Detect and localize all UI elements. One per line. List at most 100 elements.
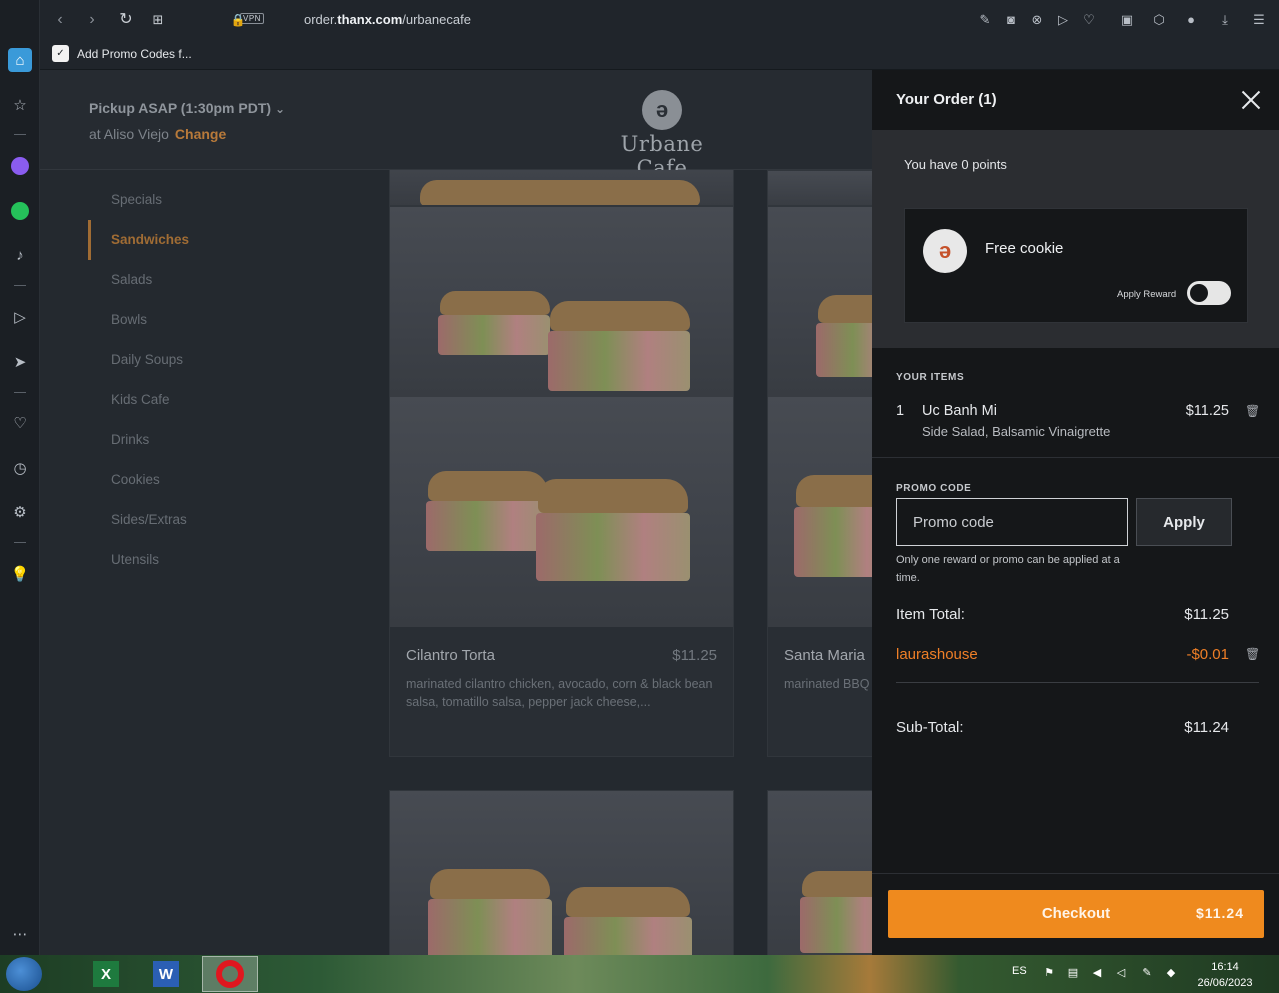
language-indicator[interactable]: ES [1012, 965, 1027, 977]
brand-logo[interactable]: ə Urbane Cafe [592, 90, 732, 180]
reward-name: Free cookie [985, 240, 1064, 257]
screen: ⌂ ☆ ♪ ▷ ➤ ♡ ◷ ⚙ 💡 ⋯ ‹ › ↻ ⊞ VPN 🔒 order.… [0, 0, 1279, 993]
word-app[interactable]: W [142, 956, 190, 992]
product-card[interactable] [767, 170, 872, 206]
product-card[interactable] [767, 790, 872, 955]
item-total-label: Item Total: [896, 606, 965, 623]
lightbulb-icon[interactable]: 💡 [8, 562, 32, 586]
excel-app[interactable]: X [82, 956, 130, 992]
history-icon[interactable]: ◷ [8, 456, 32, 480]
sandwich-shape [536, 513, 690, 581]
category-utensils[interactable]: Utensils [88, 540, 338, 580]
category-nav: Specials Sandwiches Salads Bowls Daily Soups… [88, 180, 338, 580]
opera-app[interactable] [202, 956, 258, 992]
item-modifiers: Side Salad, Balsamic Vinaigrette [922, 424, 1111, 439]
flag-icon[interactable]: ⚑ [1042, 966, 1056, 980]
bookmarks-bar: ✓ Add Promo Codes f... [40, 40, 1279, 70]
messenger-icon[interactable] [8, 154, 32, 178]
reload-icon[interactable]: ↻ [116, 10, 136, 30]
player-icon[interactable]: ▷ [8, 305, 32, 329]
sidebar-divider [14, 285, 26, 286]
settings-icon[interactable]: ⚙ [8, 500, 32, 524]
forward-icon[interactable]: › [82, 10, 102, 30]
sound-icon[interactable]: ◀ [1090, 966, 1104, 980]
send-icon[interactable]: ➤ [8, 350, 32, 374]
opera-icon [216, 960, 244, 988]
product-photo [390, 791, 733, 955]
back-icon[interactable]: ‹ [50, 10, 70, 30]
category-drinks[interactable]: Drinks [88, 420, 338, 460]
rewards-section: You have 0 points ə Free cookie Apply Re… [872, 130, 1279, 348]
category-kids-cafe[interactable]: Kids Cafe [88, 380, 338, 420]
clock-time: 16:14 [1211, 961, 1239, 973]
category-sides-extras[interactable]: Sides/Extras [88, 500, 338, 540]
url-path: /urbanecafe [402, 12, 471, 27]
sandwich-shape [794, 507, 872, 577]
close-icon[interactable] [1239, 88, 1263, 112]
send-icon[interactable]: ▷ [1054, 11, 1072, 29]
product-photo [768, 171, 872, 205]
home-icon[interactable]: ⌂ [8, 48, 32, 72]
product-photo [768, 397, 872, 627]
order-header: Your Order (1) [872, 70, 1279, 130]
bookmark-item[interactable]: ✓ Add Promo Codes f... [52, 45, 192, 62]
edit-icon[interactable]: ✎ [976, 11, 994, 29]
product-description: marinated BBQ bacon, chedda [784, 677, 872, 691]
download-icon[interactable]: ⤓ [1216, 11, 1234, 29]
star-icon[interactable]: ☆ [8, 93, 32, 117]
category-sandwiches[interactable]: Sandwiches [88, 220, 338, 260]
tiktok-icon[interactable]: ♪ [8, 243, 32, 267]
volume-icon[interactable]: ◁ [1114, 966, 1128, 980]
product-photo [390, 397, 733, 627]
apply-promo-button[interactable]: Apply [1136, 498, 1232, 546]
your-items-label: YOUR ITEMS [896, 372, 965, 383]
sidebar-divider [14, 542, 26, 543]
pickup-selector[interactable]: Pickup ASAP (1:30pm PDT) ⌄ [89, 100, 285, 116]
chat-icon[interactable]: ▣ [1118, 11, 1136, 29]
sandwich-shape [566, 887, 690, 917]
product-card[interactable] [389, 790, 734, 955]
tabs-grid-icon[interactable]: ⊞ [148, 10, 168, 30]
sandwich-shape [796, 475, 872, 507]
trash-icon[interactable]: 🗑 [1245, 648, 1260, 661]
cube-icon[interactable]: ⬡ [1150, 11, 1168, 29]
whatsapp-icon[interactable] [8, 199, 32, 223]
network-icon[interactable]: ▤ [1066, 966, 1080, 980]
promo-code-input[interactable] [896, 498, 1128, 546]
menu-icon[interactable]: ☰ [1250, 11, 1268, 29]
product-card[interactable] [389, 170, 734, 206]
start-button[interactable] [6, 957, 42, 991]
apply-reward-toggle[interactable] [1187, 281, 1231, 305]
product-price: $11.25 [672, 647, 717, 664]
product-card-santa-maria[interactable]: Santa Maria marinated BBQ bacon, chedda [767, 206, 872, 757]
pen-icon[interactable]: ✎ [1140, 966, 1154, 980]
profile-icon[interactable]: ● [1182, 11, 1200, 29]
block-icon[interactable]: ⊗ [1028, 11, 1046, 29]
sidebar-divider [14, 392, 26, 393]
category-salads[interactable]: Salads [88, 260, 338, 300]
logo-mark-icon: ə [642, 90, 682, 130]
sandwich-shape [438, 315, 550, 355]
change-location-link[interactable]: Change [175, 126, 226, 142]
more-icon[interactable]: ⋯ [8, 922, 32, 946]
category-specials[interactable]: Specials [88, 180, 338, 220]
sandwich-shape [428, 471, 548, 501]
item-quantity: 1 [896, 403, 905, 419]
product-card-cilantro-torta[interactable]: Cilantro Torta $11.25 marinated cilantro… [389, 206, 734, 757]
product-photo [768, 791, 872, 955]
sandwich-shape [550, 301, 690, 331]
sandwich-shape [420, 180, 700, 205]
camera-icon[interactable]: ◙ [1002, 11, 1020, 29]
system-clock[interactable]: 16:14 26/06/2023 [1190, 959, 1260, 991]
heart-icon[interactable]: ♡ [1080, 11, 1098, 29]
category-cookies[interactable]: Cookies [88, 460, 338, 500]
heart-icon[interactable]: ♡ [8, 411, 32, 435]
checkout-button[interactable]: Checkout $11.24 [888, 890, 1264, 938]
sandwich-shape [426, 501, 550, 551]
bookmark-label: Add Promo Codes f... [77, 46, 192, 61]
category-bowls[interactable]: Bowls [88, 300, 338, 340]
category-daily-soups[interactable]: Daily Soups [88, 340, 338, 380]
app-tray-icon[interactable]: ◆ [1164, 966, 1178, 980]
address-bar[interactable]: order.thanx.com/urbanecafe [304, 12, 471, 27]
trash-icon[interactable]: 🗑 [1245, 405, 1260, 418]
